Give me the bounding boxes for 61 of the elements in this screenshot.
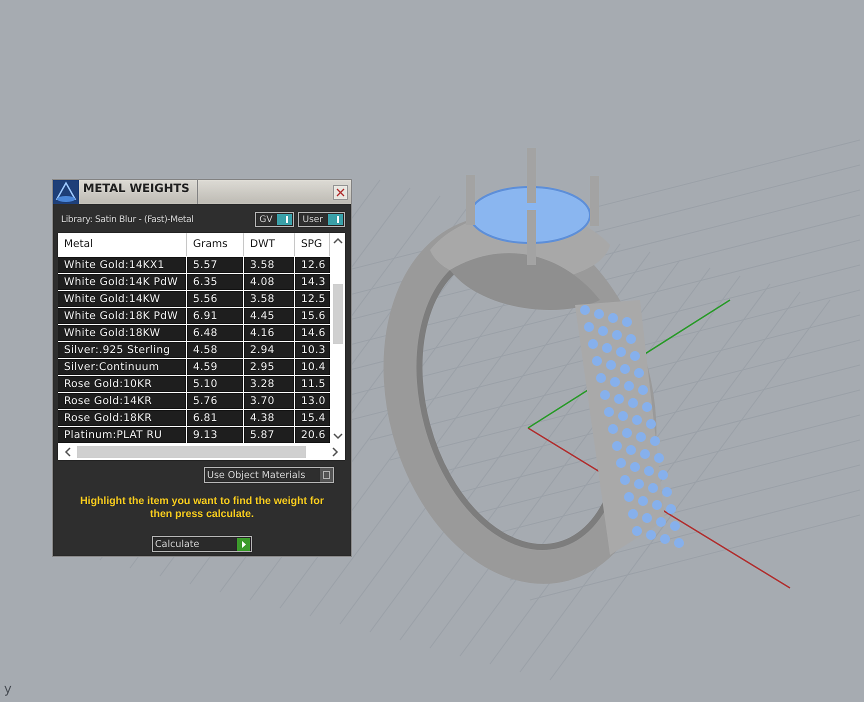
- table-cell: Rose Gold:10KR: [58, 376, 187, 392]
- table-cell: 4.16: [244, 325, 295, 341]
- table-cell: 6.35: [187, 274, 244, 290]
- column-header[interactable]: Metal: [58, 233, 187, 256]
- table-cell-text: 12.6: [300, 258, 327, 273]
- table-cell-text: 15.6: [300, 309, 327, 324]
- table-cell-text: 14.6: [300, 326, 327, 341]
- table-cell-text: 11.5: [300, 377, 327, 392]
- table-cell: 5.56: [187, 291, 244, 307]
- toggle-switch[interactable]: User: [298, 212, 345, 227]
- table-cell: 6.91: [187, 308, 244, 324]
- table-cell: Silver:Continuum: [58, 359, 187, 375]
- table-cell: 9.13: [187, 427, 244, 443]
- table-cell: 6.81: [187, 410, 244, 426]
- calculate-button[interactable]: Calculate: [152, 536, 252, 552]
- table-cell-text: 10.3: [300, 343, 327, 358]
- table-cell: White Gold:14KW: [58, 291, 187, 307]
- table-cell: 4.45: [244, 308, 295, 324]
- table-cell: 4.08: [244, 274, 295, 290]
- table-cell: White Gold:14KX1: [58, 257, 187, 273]
- table-cell-text: 10.4: [300, 360, 327, 375]
- table-cell: White Gold:18KW: [58, 325, 187, 341]
- table-cell: Platinum:PLAT RU: [58, 427, 187, 443]
- table-cell-text: 13.0: [300, 394, 327, 409]
- toggle-switch[interactable]: GV: [255, 212, 294, 227]
- table-cell: 6.48: [187, 325, 244, 341]
- axis-label: y: [4, 682, 12, 697]
- table-cell: 3.70: [244, 393, 295, 409]
- table-cell: Rose Gold:14KR: [58, 393, 187, 409]
- column-header[interactable]: Grams: [187, 233, 244, 256]
- table-cell: 2.95: [244, 359, 295, 375]
- library-label: Library: Satin Blur - (Fast)-Metal: [61, 214, 194, 224]
- table-cell-text: 15.4: [300, 411, 327, 426]
- window-title: METAL WEIGHTS: [83, 180, 198, 204]
- table-cell: White Gold:18K PdW: [58, 308, 187, 324]
- table-cell: 5.76: [187, 393, 244, 409]
- close-button[interactable]: [333, 184, 348, 200]
- instruction-text: Highlight the item you want to find the weight for then press calculate.: [79, 495, 325, 521]
- table-cell-text: 12.5: [300, 292, 327, 307]
- table-cell-text: 20.6: [300, 428, 327, 443]
- table-cell: 3.28: [244, 376, 295, 392]
- close-icon: [336, 188, 345, 196]
- table-cell: 4.58: [187, 342, 244, 358]
- table-cell: 4.59: [187, 359, 244, 375]
- table-cell: Silver:.925 Sterling: [58, 342, 187, 358]
- scroll-thumb[interactable]: [77, 446, 306, 458]
- scroll-thumb[interactable]: [332, 284, 342, 344]
- table-cell: 5.10: [187, 376, 244, 392]
- table-cell: Rose Gold:18KR: [58, 410, 187, 426]
- table-cell: 3.58: [244, 291, 295, 307]
- use-object-materials-toggle[interactable]: Use Object Materials: [204, 467, 334, 483]
- table-cell-text: 14.3: [300, 275, 327, 290]
- cone-icon: [53, 180, 79, 204]
- play-icon: [237, 538, 250, 550]
- table-cell: 5.57: [187, 257, 244, 273]
- column-header[interactable]: DWT: [244, 233, 295, 256]
- table-cell: 2.94: [244, 342, 295, 358]
- table-cell: 5.87: [244, 427, 295, 443]
- table-cell: White Gold:14K PdW: [58, 274, 187, 290]
- table-cell: 3.58: [244, 257, 295, 273]
- table-cell: 4.38: [244, 410, 295, 426]
